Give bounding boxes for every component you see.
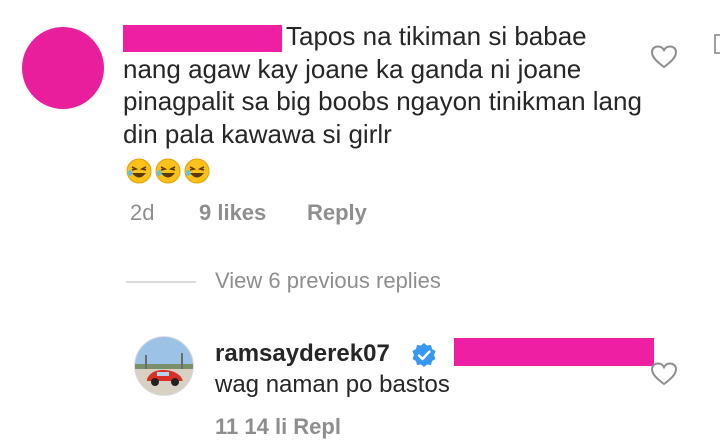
redacted-mention xyxy=(454,338,654,366)
view-previous-replies-link[interactable]: View 6 previous replies xyxy=(215,268,441,294)
reply-text: wag naman po bastos xyxy=(215,371,450,398)
comment-time: 2d xyxy=(130,200,155,225)
scrollbar-edge xyxy=(714,34,720,54)
like-comment-heart-icon[interactable] xyxy=(650,45,678,69)
emoji-row xyxy=(126,158,210,186)
like-reply-heart-icon[interactable] xyxy=(650,362,678,386)
reply-username[interactable]: ramsayderek07 xyxy=(215,340,390,368)
reply-button[interactable]: Reply xyxy=(307,200,367,226)
laughing-emoji-icon xyxy=(155,158,181,184)
replies-divider xyxy=(126,281,196,283)
reply-avatar[interactable] xyxy=(134,336,194,396)
verified-badge-icon xyxy=(411,342,437,368)
reply-meta-cut-off: 11 14 li Repl xyxy=(215,414,341,439)
commenter-avatar[interactable] xyxy=(22,27,104,109)
laughing-emoji-icon xyxy=(126,158,152,184)
comment-text: Tapos na tikiman si babae nang agaw kay … xyxy=(123,21,642,149)
comment-body: Tapos na tikiman si babae nang agaw kay … xyxy=(123,20,643,150)
laughing-emoji-icon xyxy=(184,158,210,184)
comment-likes-link[interactable]: 9 likes xyxy=(199,200,266,226)
